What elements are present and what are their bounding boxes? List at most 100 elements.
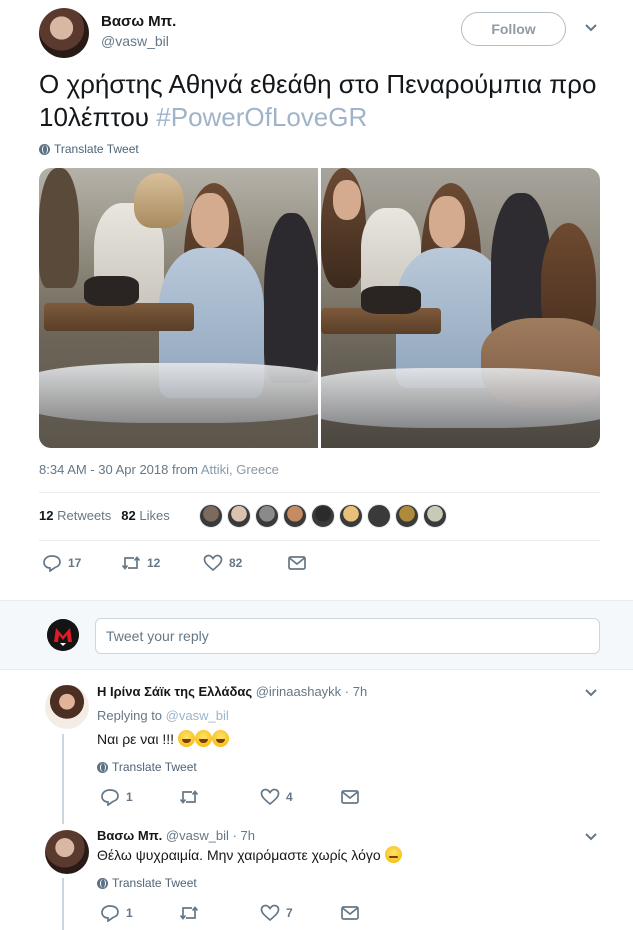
retweet-count: 12: [147, 556, 161, 570]
tweet-text: Ο χρήστης Αθηνά εθεάθη στο Πεναρούμπια π…: [39, 68, 609, 134]
reply-author-name[interactable]: Η Ιρίνα Σάϊκ της Ελλάδας: [97, 684, 252, 699]
main-tweet: Βασω Μπ. @vasw_bil Follow Ο χρήστης Αθην…: [0, 0, 633, 600]
reply-avatar[interactable]: [45, 830, 89, 874]
table: [44, 303, 194, 331]
translate-tweet-link[interactable]: Translate Tweet: [97, 760, 197, 774]
retweet-icon: [121, 556, 141, 570]
handbag: [361, 286, 421, 314]
replying-to-link[interactable]: @vasw_bil: [166, 708, 229, 723]
photo-gallery[interactable]: [39, 168, 600, 448]
m-logo-icon: [47, 619, 79, 651]
timestamp[interactable]: 8:34 AM - 30 Apr 2018 from: [39, 462, 198, 477]
photo-2[interactable]: [321, 168, 600, 448]
retweet-button[interactable]: [179, 904, 260, 922]
hashtag-link[interactable]: #PowerOfLoveGR: [156, 102, 367, 132]
reply-text: Θέλω ψυχραιμία. Μην χαιρόμαστε χωρίς λόγ…: [97, 846, 402, 863]
follow-button[interactable]: Follow: [461, 12, 566, 46]
current-user-avatar[interactable]: [47, 619, 79, 651]
author-name[interactable]: Βασω Μπ.: [101, 13, 176, 30]
like-button[interactable]: 82: [203, 554, 287, 572]
liker-avatar[interactable]: [423, 504, 447, 528]
reply-author-handle[interactable]: @irinaashaykk: [256, 684, 341, 699]
reply-button[interactable]: 1: [100, 904, 179, 922]
globe-icon: [97, 761, 108, 773]
reply-avatar[interactable]: [45, 685, 89, 729]
globe-icon: [97, 877, 108, 889]
caret-down-icon[interactable]: [583, 831, 599, 843]
like-icon: [260, 788, 280, 806]
handbag: [84, 276, 139, 306]
message-icon: [341, 906, 359, 920]
translate-tweet-link[interactable]: Translate Tweet: [39, 142, 139, 156]
laughing-emoji-icon: [194, 730, 212, 747]
reply-actions: 1 7: [100, 904, 360, 922]
direct-message-button[interactable]: [340, 904, 360, 922]
author-handle[interactable]: @vasw_bil: [101, 33, 169, 49]
retweet-icon: [179, 790, 199, 804]
message-icon: [341, 790, 359, 804]
tweet-stats: 12 Retweets 82 Likes: [39, 508, 170, 523]
reply-tweet-2[interactable]: Βασω Μπ. @vasw_bil · 7h Θέλω ψυχραιμία. …: [0, 825, 633, 930]
laughing-emoji-icon: [177, 730, 195, 747]
like-button[interactable]: 7: [260, 904, 340, 922]
tweet-meta: 8:34 AM - 30 Apr 2018 from Attiki, Greec…: [39, 462, 279, 477]
reply-icon: [101, 789, 119, 806]
liker-avatar[interactable]: [227, 504, 251, 528]
reply-time[interactable]: · 7h: [345, 684, 367, 699]
liker-avatar[interactable]: [199, 504, 223, 528]
liker-avatar[interactable]: [339, 504, 363, 528]
reply-time[interactable]: · 7h: [233, 828, 255, 843]
liker-avatar[interactable]: [395, 504, 419, 528]
caret-down-icon[interactable]: [583, 22, 599, 34]
reply-input[interactable]: Tweet your reply: [95, 618, 600, 654]
tweet-actions: 17 12 82: [42, 554, 307, 572]
reply-header: Η Ιρίνα Σάϊκ της Ελλάδας @irinaashaykk ·…: [97, 684, 367, 699]
thread-line: [62, 878, 64, 930]
subject-face: [429, 196, 465, 248]
background-face: [333, 180, 361, 220]
foreground-railing: [39, 363, 318, 423]
reply-button[interactable]: 17: [42, 554, 121, 572]
background-hair: [134, 173, 184, 228]
retweet-icon: [179, 906, 199, 920]
reply-tweet-1[interactable]: Η Ιρίνα Σάϊκ της Ελλάδας @irinaashaykk ·…: [0, 680, 633, 810]
direct-message-button[interactable]: [287, 554, 307, 572]
retweet-button[interactable]: 12: [121, 554, 203, 572]
reply-header: Βασω Μπ. @vasw_bil · 7h: [97, 828, 255, 843]
reply-icon: [101, 905, 119, 922]
reply-icon: [43, 555, 61, 572]
message-icon: [288, 556, 306, 570]
photo-1[interactable]: [39, 168, 318, 448]
liker-avatar[interactable]: [311, 504, 335, 528]
reply-button[interactable]: 1: [100, 788, 179, 806]
likes-stat[interactable]: 82 Likes: [121, 508, 169, 523]
reply-count: 17: [68, 556, 82, 570]
background-person-right: [264, 213, 318, 383]
liker-avatars: [199, 504, 447, 528]
liker-avatar[interactable]: [255, 504, 279, 528]
liker-avatar[interactable]: [283, 504, 307, 528]
replying-to: Replying to @vasw_bil: [97, 708, 229, 723]
globe-icon: [39, 143, 50, 155]
background-person: [39, 168, 79, 288]
translate-tweet-link[interactable]: Translate Tweet: [97, 876, 197, 890]
retweet-button[interactable]: [179, 788, 260, 806]
direct-message-button[interactable]: [340, 788, 360, 806]
liker-avatar[interactable]: [367, 504, 391, 528]
like-icon: [203, 554, 223, 572]
like-button[interactable]: 4: [260, 788, 340, 806]
disappointed-emoji-icon: [384, 846, 402, 863]
thread-line: [62, 734, 64, 824]
divider: [39, 492, 600, 493]
retweets-stat[interactable]: 12 Retweets: [39, 508, 111, 523]
subject-face: [191, 193, 229, 248]
reply-author-name[interactable]: Βασω Μπ.: [97, 828, 162, 843]
author-avatar[interactable]: [39, 8, 89, 58]
reply-actions: 1 4: [100, 788, 360, 806]
location-link[interactable]: Attiki, Greece: [201, 462, 279, 477]
reply-author-handle[interactable]: @vasw_bil: [166, 828, 229, 843]
caret-down-icon[interactable]: [583, 687, 599, 699]
foreground-railing: [321, 368, 600, 428]
translate-label: Translate Tweet: [54, 142, 139, 156]
divider: [39, 540, 600, 541]
